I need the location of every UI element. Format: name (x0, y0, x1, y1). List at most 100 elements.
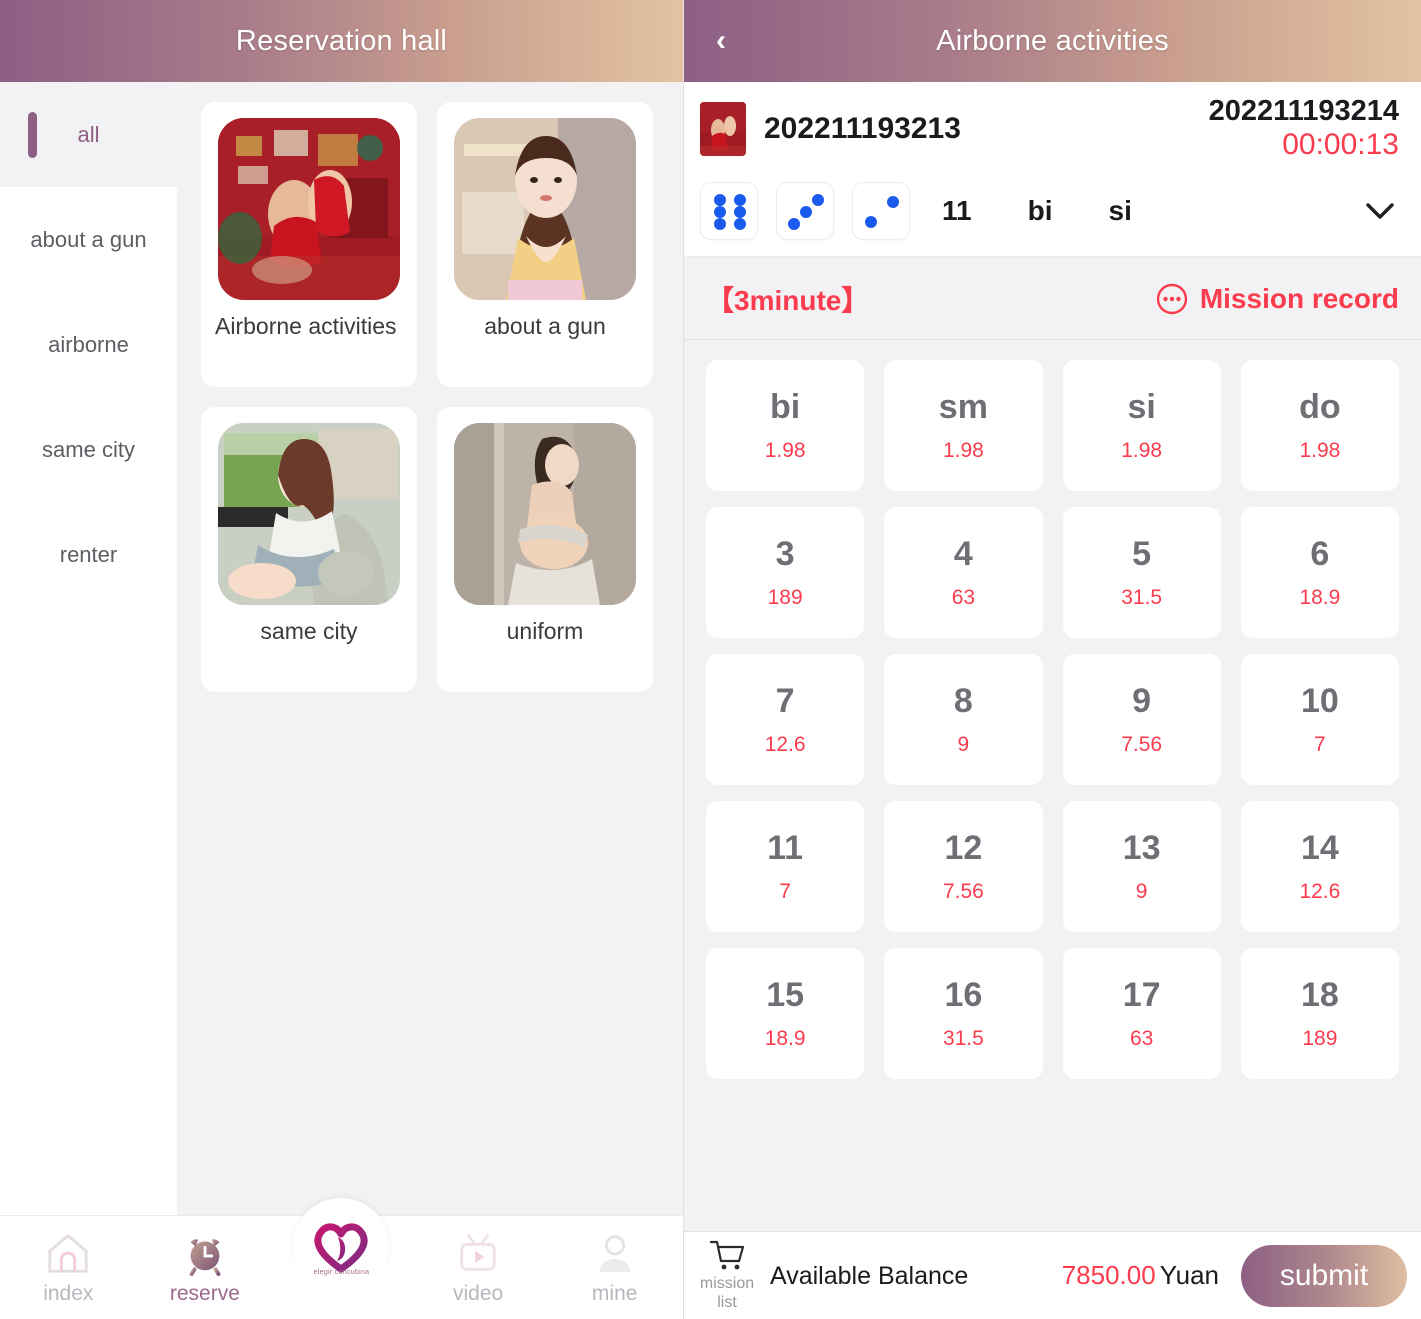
product-title: same city (260, 618, 358, 644)
bet-option-odds: 1.98 (1299, 439, 1341, 463)
bet-option-name: 7 (775, 682, 795, 721)
dice-sum-value: 11 (942, 195, 972, 227)
submit-button[interactable]: submit (1241, 1244, 1407, 1307)
right-page-title: Airborne activities (936, 24, 1169, 57)
bet-option-odds: 31.5 (1121, 586, 1163, 610)
sidebar-item-about-a-gun[interactable]: about a gun (0, 187, 177, 292)
sidebar-item-same-city[interactable]: same city (0, 397, 177, 502)
chevron-down-icon[interactable] (1361, 198, 1399, 224)
bet-option-11[interactable]: 11 7 (706, 801, 865, 933)
airborne-activities-panel: ‹ Airborne activities 202211193213 20221… (683, 0, 1421, 1319)
bet-option-6[interactable]: 6 18.9 (1240, 507, 1399, 639)
bet-option-5[interactable]: 5 31.5 (1062, 507, 1221, 639)
bet-option-odds: 63 (951, 586, 976, 610)
balance-amount-block: 7850.00 Yuan (1062, 1260, 1219, 1291)
bet-option-odds: 9 (957, 733, 970, 757)
product-title: Airborne activities (215, 313, 397, 339)
person-icon (599, 1235, 631, 1273)
bet-option-name: 9 (1132, 682, 1152, 721)
mission-list-button[interactable]: mission list (696, 1239, 758, 1312)
bottom-navigation-bar: index reserve elegir concubina video min… (0, 1198, 683, 1319)
product-card-grid: Airborne activities about a gun same cit… (177, 82, 683, 1215)
product-card[interactable]: same city (201, 407, 417, 692)
ellipsis-circle-icon (1156, 284, 1188, 315)
mission-record-button[interactable]: Mission record (1155, 282, 1399, 316)
bet-option-odds: 7 (779, 880, 791, 904)
bet-option-18[interactable]: 18 189 (1240, 948, 1399, 1080)
bet-option-odds: 7.56 (1121, 733, 1163, 757)
bet-option-name: 17 (1122, 976, 1161, 1015)
bet-option-12[interactable]: 12 7.56 (884, 801, 1043, 933)
bet-option-4[interactable]: 4 63 (884, 507, 1043, 639)
bet-option-16[interactable]: 16 31.5 (884, 948, 1043, 1080)
sidebar-item-renter[interactable]: renter (0, 502, 177, 607)
bet-option-name: 16 (944, 976, 983, 1015)
nav-tab-reserve[interactable]: reserve (137, 1216, 274, 1306)
product-card[interactable]: Airborne activities (201, 102, 417, 387)
bet-option-odds: 12.6 (1299, 880, 1341, 904)
bet-option-name: 6 (1310, 535, 1330, 574)
nav-tab-index[interactable]: index (0, 1216, 137, 1306)
sidebar-item-label: all (77, 121, 100, 147)
bet-option-3[interactable]: 3 189 (706, 507, 865, 639)
home-icon (48, 1234, 88, 1273)
bet-option-odds: 1.98 (942, 439, 984, 463)
bet-option-bi[interactable]: bi 1.98 (706, 360, 865, 492)
right-header-bar: ‹ Airborne activities (684, 0, 1421, 82)
bet-option-17[interactable]: 17 63 (1062, 948, 1221, 1080)
bet-option-odds: 7 (1314, 733, 1326, 757)
dice-result-bar: 11 bi si (684, 174, 1421, 258)
sidebar-item-label: airborne (48, 331, 129, 357)
product-card[interactable]: about a gun (437, 102, 653, 387)
balance-amount: 7850.00 (1061, 1260, 1156, 1290)
bet-option-grid: bi 1.98 sm 1.98 si 1.98 do 1.98 3 189 4 … (684, 340, 1421, 1231)
bet-option-7[interactable]: 7 12.6 (706, 654, 865, 786)
mission-list-label: mission list (699, 1275, 755, 1311)
product-card[interactable]: uniform (437, 407, 653, 692)
next-issue-number: 202211193214 (1208, 95, 1399, 127)
product-thumbnail-wall (454, 423, 636, 605)
left-body: all about a gun airborne same city rente… (0, 82, 683, 1215)
next-issue-block: 202211193214 00:00:13 (1208, 95, 1399, 162)
reservation-hall-panel: Reservation hall all about a gun airborn… (0, 0, 683, 1319)
chevron-left-icon[interactable]: ‹ (706, 20, 736, 62)
bet-option-odds: 12.6 (764, 733, 806, 757)
bet-option-odds: 189 (767, 586, 803, 610)
bet-option-sm[interactable]: sm 1.98 (884, 360, 1043, 492)
bet-option-name: 8 (953, 682, 973, 721)
bet-option-9[interactable]: 9 7.56 (1062, 654, 1221, 786)
product-title: uniform (506, 618, 584, 644)
bet-option-odds: 1.98 (764, 439, 806, 463)
bet-option-15[interactable]: 15 18.9 (706, 948, 865, 1080)
nav-tab-label: video (452, 1282, 504, 1305)
bet-option-odds: 18.9 (1299, 586, 1341, 610)
bet-option-10[interactable]: 10 7 (1240, 654, 1399, 786)
bet-option-name: 18 (1300, 976, 1339, 1015)
balance-currency-unit: Yuan (1159, 1260, 1219, 1290)
bet-option-8[interactable]: 8 9 (884, 654, 1043, 786)
wallet-action-bar: mission list Available Balance 7850.00 Y… (684, 1231, 1421, 1319)
current-issue-number: 202211193213 (764, 112, 961, 146)
countdown-timer: 00:00:13 (1282, 127, 1399, 161)
sidebar-item-airborne[interactable]: airborne (0, 292, 177, 397)
sidebar-item-label: same city (42, 436, 135, 462)
nav-tab-mine[interactable]: mine (546, 1216, 683, 1306)
nav-tab-label: index (43, 1282, 94, 1305)
available-balance-label: Available Balance (770, 1261, 969, 1290)
bet-option-odds: 63 (1129, 1027, 1154, 1051)
sidebar-item-label: about a gun (30, 226, 147, 252)
issue-info-bar: 202211193213 202211193214 00:00:13 (684, 82, 1421, 175)
bet-option-si[interactable]: si 1.98 (1062, 360, 1221, 492)
bet-option-odds: 7.56 (942, 880, 984, 904)
sidebar-item-all[interactable]: all (0, 82, 177, 187)
bet-option-do[interactable]: do 1.98 (1240, 360, 1399, 492)
bet-option-name: 11 (767, 829, 804, 868)
mission-bar: 【3minute】 Mission record (684, 257, 1421, 341)
nav-tab-video[interactable]: video (410, 1216, 547, 1306)
nav-tab-label: mine (591, 1282, 638, 1305)
bet-option-name: 14 (1300, 829, 1339, 868)
bet-option-14[interactable]: 14 12.6 (1240, 801, 1399, 933)
bet-option-13[interactable]: 13 9 (1062, 801, 1221, 933)
bet-option-odds: 1.98 (1121, 439, 1163, 463)
nav-tab-logo[interactable]: elegir concubina (273, 1198, 410, 1294)
